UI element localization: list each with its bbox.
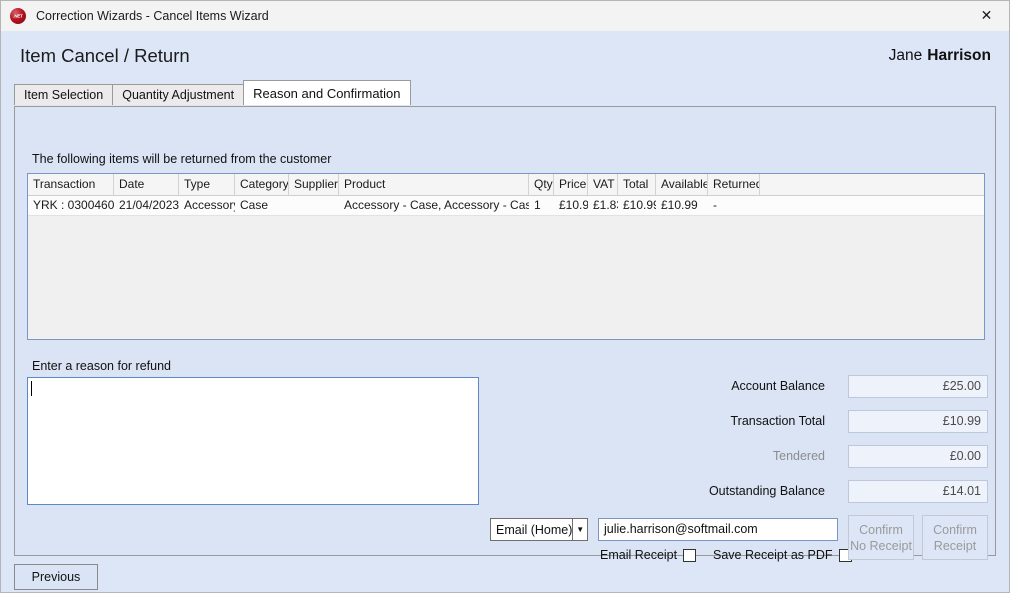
- save-pdf-label: Save Receipt as PDF: [713, 548, 833, 562]
- cell-product: Accessory - Case, Accessory - Case: [344, 198, 529, 212]
- column-header-date[interactable]: Date: [114, 174, 179, 195]
- column-header-transaction[interactable]: Transaction: [28, 174, 114, 195]
- cell-date: 21/04/2023: [119, 198, 179, 212]
- table-row[interactable]: YRK : 0300460 21/04/2023 Accessory Case …: [28, 196, 984, 216]
- column-header-available[interactable]: Available: [656, 174, 708, 195]
- grid-header-row: Transaction Date Type Category Supplier …: [28, 174, 984, 196]
- tab-underline: [14, 106, 996, 107]
- column-header-type[interactable]: Type: [179, 174, 235, 195]
- tab-reason-and-confirmation[interactable]: Reason and Confirmation: [243, 80, 411, 105]
- email-address-input[interactable]: julie.harrison@softmail.com: [598, 518, 838, 541]
- outstanding-balance-label: Outstanding Balance: [708, 484, 825, 498]
- reason-label: Enter a reason for refund: [32, 359, 171, 373]
- confirm-no-receipt-button[interactable]: Confirm No Receipt: [848, 515, 914, 560]
- confirm-receipt-line1: Confirm: [933, 522, 977, 537]
- confirm-no-receipt-line2: No Receipt: [850, 538, 912, 553]
- tendered-label: Tendered: [772, 449, 825, 463]
- transaction-total-row: Transaction Total: [575, 410, 826, 434]
- column-header-supplier[interactable]: Supplier: [289, 174, 339, 195]
- account-balance-label: Account Balance: [731, 379, 825, 393]
- cell-vat: £1.83: [593, 198, 618, 212]
- email-receipt-checkbox-group[interactable]: Email Receipt: [600, 547, 697, 563]
- user-last-name: Harrison: [927, 47, 991, 64]
- transaction-total-field: £10.99: [848, 410, 988, 433]
- delivery-method-value: Email (Home): [496, 522, 573, 537]
- column-header-product[interactable]: Product: [339, 174, 529, 195]
- cell-type: Accessory: [184, 198, 235, 212]
- window-title: Correction Wizards - Cancel Items Wizard: [36, 9, 269, 23]
- column-header-price[interactable]: Price: [554, 174, 588, 195]
- text-caret: [31, 381, 32, 396]
- current-user: Jane Harrison: [889, 47, 991, 65]
- wizard-window: Correction Wizards - Cancel Items Wizard…: [0, 0, 1010, 593]
- column-header-total[interactable]: Total: [618, 174, 656, 195]
- email-receipt-checkbox[interactable]: [683, 548, 697, 562]
- account-balance-row: Account Balance: [575, 375, 825, 399]
- confirm-no-receipt-line1: Confirm: [859, 522, 903, 537]
- account-balance-field: £25.00: [848, 375, 988, 398]
- column-header-qty[interactable]: Qty: [529, 174, 554, 195]
- save-pdf-checkbox-group[interactable]: Save Receipt as PDF: [713, 547, 852, 563]
- email-receipt-label: Email Receipt: [600, 548, 678, 562]
- transaction-total-label: Transaction Total: [730, 414, 826, 428]
- column-header-vat[interactable]: VAT: [588, 174, 618, 195]
- column-header-returned[interactable]: Returned: [708, 174, 760, 195]
- tab-strip: Item Selection Quantity Adjustment Reaso…: [14, 80, 411, 105]
- cell-total: £10.99: [623, 198, 656, 212]
- cell-supplier: [289, 196, 339, 215]
- close-icon[interactable]: ✕: [964, 1, 1009, 30]
- page-title: Item Cancel / Return: [20, 45, 190, 66]
- tab-quantity-adjustment[interactable]: Quantity Adjustment: [112, 84, 245, 105]
- dotnet-sphere-icon: [10, 8, 26, 24]
- delivery-method-select[interactable]: Email (Home) ▼: [490, 518, 588, 541]
- grid-caption: The following items will be returned fro…: [32, 152, 332, 166]
- cell-qty: 1: [534, 198, 541, 212]
- cell-transaction: YRK : 0300460: [33, 198, 114, 212]
- returned-items-grid[interactable]: Transaction Date Type Category Supplier …: [27, 173, 985, 340]
- confirm-receipt-line2: Receipt: [933, 538, 977, 553]
- user-first-name: Jane: [888, 47, 923, 64]
- cell-available: £10.99: [661, 198, 698, 212]
- tendered-row: Tendered: [575, 445, 825, 469]
- tab-item-selection[interactable]: Item Selection: [14, 84, 114, 105]
- column-header-category[interactable]: Category: [235, 174, 289, 195]
- previous-button[interactable]: Previous: [14, 564, 98, 590]
- cell-category: Case: [240, 198, 269, 212]
- outstanding-balance-row: Outstanding Balance: [575, 480, 825, 504]
- cell-returned: -: [713, 198, 717, 212]
- reason-input[interactable]: [27, 377, 479, 505]
- window-body: Item Cancel / Return Jane Harrison Item S…: [2, 31, 1008, 592]
- chevron-down-icon[interactable]: ▼: [572, 519, 587, 540]
- title-bar: Correction Wizards - Cancel Items Wizard…: [1, 1, 1009, 32]
- outstanding-balance-field: £14.01: [848, 480, 988, 503]
- confirm-receipt-button[interactable]: Confirm Receipt: [922, 515, 988, 560]
- cell-price: £10.99: [559, 198, 588, 212]
- content-panel: The following items will be returned fro…: [14, 107, 996, 562]
- tendered-field: £0.00: [848, 445, 988, 468]
